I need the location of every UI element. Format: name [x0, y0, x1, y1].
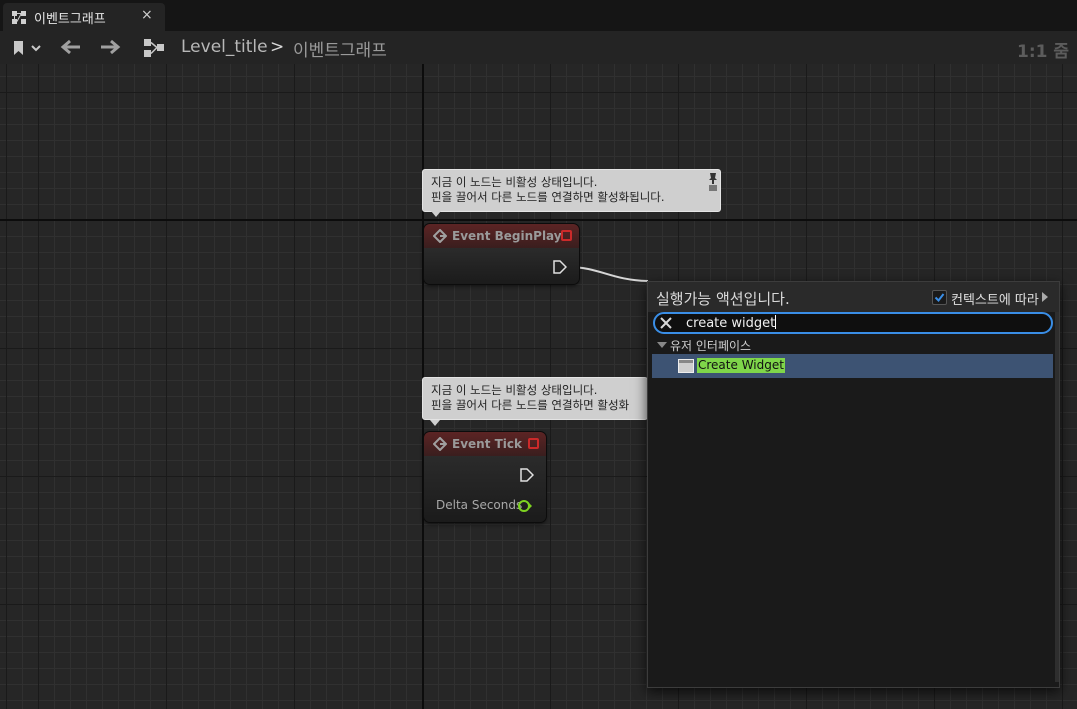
breadcrumb-bar: Level_title > 이벤트그래프 1:1 줌 — [0, 31, 1077, 64]
category-label: 유저 인터페이스 — [670, 339, 752, 353]
clear-search-icon[interactable] — [659, 316, 673, 330]
node-event-beginplay[interactable]: Event BeginPlay — [424, 224, 579, 284]
action-item-label: Create Widget — [697, 358, 785, 373]
node-title: Event Tick — [452, 437, 523, 451]
exec-output-pin[interactable] — [520, 468, 534, 482]
comment-line: 지금 이 노드는 비활성 상태입니다. — [431, 175, 598, 189]
pin-icon[interactable] — [707, 172, 719, 192]
graph-icon — [144, 39, 164, 57]
graph-icon — [12, 11, 26, 24]
node-header: Event Tick — [424, 432, 546, 456]
expand-arrow-icon[interactable] — [1042, 292, 1048, 302]
comment-tail — [430, 420, 440, 426]
comment-tail — [431, 211, 441, 217]
node-title: Event BeginPlay — [452, 229, 562, 243]
blueprint-editor: 이벤트그래프 × Level_title > 이벤트그래프 1:1 줌 지금 이… — [0, 0, 1077, 709]
pin-label: Delta Seconds — [436, 498, 523, 512]
comment-line: 핀을 끌어서 다른 노드를 연결하면 활성화됩니다. — [431, 190, 665, 204]
node-header: Event BeginPlay — [424, 224, 579, 248]
search-value: create widget — [686, 316, 776, 331]
zoom-level: 1:1 줌 — [1017, 42, 1070, 62]
node-comment: 지금 이 노드는 비활성 상태입니다. 핀을 끌어서 다른 노드를 연결하면 활… — [422, 169, 721, 217]
menu-scrollbar[interactable] — [1055, 312, 1059, 682]
action-item-create-widget[interactable]: Create Widget — [652, 354, 1053, 378]
category-row[interactable]: 유저 인터페이스 — [648, 337, 1059, 354]
disabled-indicator-icon — [561, 230, 572, 241]
breadcrumb-separator: > — [270, 37, 285, 57]
tab-label: 이벤트그래프 — [34, 12, 106, 27]
comment-line: 지금 이 노드는 비활성 상태입니다. — [431, 383, 598, 397]
event-icon — [433, 229, 447, 243]
node-comment: 지금 이 노드는 비활성 상태입니다. 핀을 끌어서 다른 노드를 연결하면 활… — [422, 377, 648, 420]
forward-arrow-icon[interactable] — [99, 39, 121, 55]
bookmark-icon[interactable] — [12, 40, 42, 56]
float-output-pin[interactable] — [517, 499, 533, 513]
action-menu-title: 실행가능 액션입니다. — [656, 290, 790, 308]
search-input[interactable]: create widget — [653, 312, 1053, 334]
action-menu: 실행가능 액션입니다. 컨텍스트에 따라 create widget 유저 인터… — [647, 281, 1060, 688]
collapse-arrow-icon[interactable] — [657, 342, 667, 348]
text-caret — [775, 315, 777, 329]
close-icon[interactable]: × — [141, 7, 153, 23]
back-arrow-icon[interactable] — [60, 39, 82, 55]
context-sensitive-checkbox[interactable] — [932, 290, 947, 305]
tab-strip: 이벤트그래프 × — [0, 0, 1077, 31]
widget-icon — [678, 359, 694, 373]
checkmark-icon — [934, 293, 945, 303]
event-icon — [433, 437, 447, 451]
breadcrumb-level[interactable]: Level_title — [181, 37, 268, 57]
node-event-tick[interactable]: Event Tick Delta Seconds — [424, 432, 546, 522]
comment-line: 핀을 끌어서 다른 노드를 연결하면 활성화 — [431, 398, 630, 412]
exec-output-pin[interactable] — [553, 260, 567, 274]
tab-event-graph[interactable]: 이벤트그래프 × — [3, 3, 165, 31]
action-menu-header: 실행가능 액션입니다. 컨텍스트에 따라 — [648, 282, 1059, 312]
breadcrumb-graph[interactable]: 이벤트그래프 — [293, 36, 387, 61]
context-sensitive-label: 컨텍스트에 따라 — [951, 293, 1039, 308]
disabled-indicator-icon — [528, 438, 539, 449]
